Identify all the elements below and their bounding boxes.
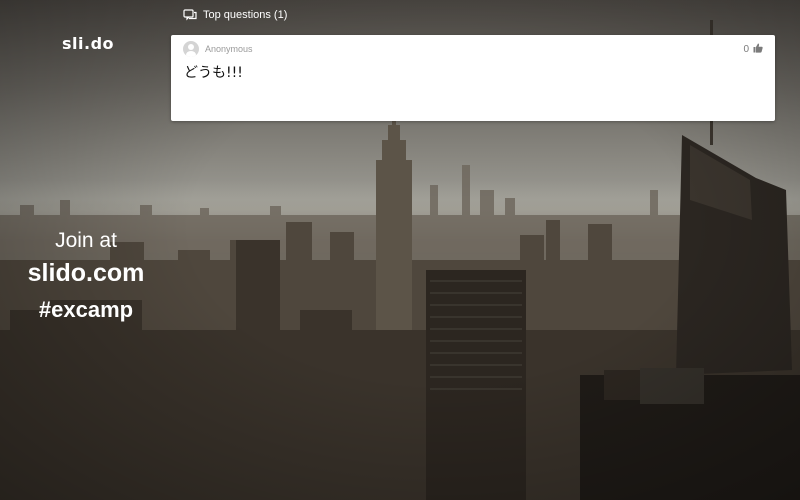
top-questions-title: Top questions (1) — [203, 9, 288, 21]
join-at-text: Join at — [55, 229, 117, 252]
slido-logo: sli.do — [62, 34, 115, 53]
question-text: どうも!!! — [184, 65, 243, 81]
thumbs-up-icon — [753, 43, 763, 56]
author-name: Anonymous — [205, 44, 253, 54]
avatar — [183, 41, 199, 57]
question-card: Anonymous どうも!!! 0 — [171, 35, 775, 121]
question-author: Anonymous — [183, 41, 253, 57]
top-questions-header: Top questions (1) — [183, 9, 287, 21]
like-button[interactable]: 0 — [743, 43, 763, 56]
chat-bubbles-icon — [183, 9, 197, 21]
like-count: 0 — [743, 44, 749, 55]
join-url: slido.com — [27, 259, 145, 287]
event-hashtag: #excamp — [38, 297, 134, 322]
